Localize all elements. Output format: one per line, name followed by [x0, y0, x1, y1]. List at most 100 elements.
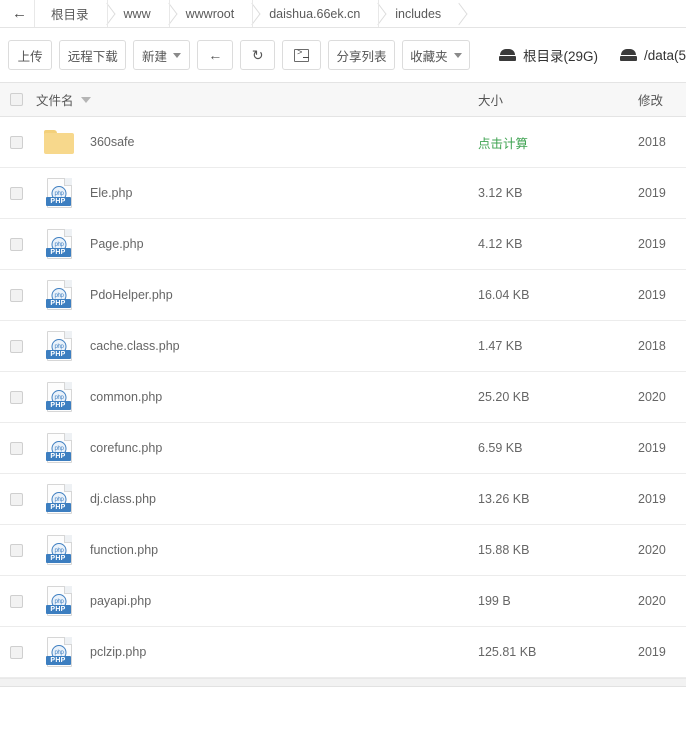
folder-icon	[44, 130, 74, 154]
row-checkbox[interactable]	[0, 442, 32, 455]
sort-descending-icon	[81, 97, 91, 103]
php-file-icon: phpPHP	[47, 229, 72, 259]
chevron-down-icon	[454, 53, 462, 58]
disk-indicator-data[interactable]: /data(5	[620, 48, 686, 63]
row-checkbox[interactable]	[0, 595, 32, 608]
table-bottom-strip	[0, 678, 686, 687]
file-icon-wrap	[36, 130, 82, 154]
refresh-button[interactable]: ↻	[240, 40, 274, 70]
file-icon-wrap: phpPHP	[36, 535, 82, 565]
file-name-label[interactable]: pclzip.php	[82, 645, 146, 659]
table-row[interactable]: phpPHPfunction.php15.88 KB2020	[0, 525, 686, 576]
new-button[interactable]: 新建	[133, 40, 190, 70]
php-label-band: PHP	[46, 248, 71, 257]
breadcrumb-label: 根目录	[51, 4, 89, 23]
breadcrumb-item-root[interactable]: 根目录	[34, 0, 107, 28]
checkbox-icon	[10, 646, 23, 659]
share-list-button[interactable]: 分享列表	[328, 40, 395, 70]
file-modified-label: 2020	[638, 594, 686, 608]
file-modified-label: 2020	[638, 543, 686, 557]
table-row[interactable]: phpPHPcorefunc.php6.59 KB2019	[0, 423, 686, 474]
remote-download-button[interactable]: 远程下载	[59, 40, 126, 70]
upload-button[interactable]: 上传	[8, 40, 52, 70]
table-row[interactable]: phpPHPPage.php4.12 KB2019	[0, 219, 686, 270]
row-checkbox[interactable]	[0, 136, 32, 149]
file-name-cell: phpPHPpayapi.php	[32, 586, 478, 616]
file-name-label[interactable]: cache.class.php	[82, 339, 180, 353]
column-header-time[interactable]: 修改	[638, 90, 686, 109]
table-row[interactable]: phpPHPcache.class.php1.47 KB2018	[0, 321, 686, 372]
file-name-label[interactable]: common.php	[82, 390, 162, 404]
breadcrumb-item-www[interactable]: www	[107, 0, 169, 28]
checkbox-icon	[10, 595, 23, 608]
file-size-label: 16.04 KB	[478, 288, 638, 302]
php-label-band: PHP	[46, 656, 71, 665]
row-checkbox[interactable]	[0, 493, 32, 506]
table-row[interactable]: phpPHPpayapi.php199 B2020	[0, 576, 686, 627]
file-icon-wrap: phpPHP	[36, 484, 82, 514]
disk-icon	[620, 49, 637, 61]
column-header-size[interactable]: 大小	[478, 90, 638, 109]
row-checkbox[interactable]	[0, 646, 32, 659]
terminal-button[interactable]	[282, 40, 321, 70]
breadcrumb-label: includes	[395, 7, 441, 21]
breadcrumb-item-domain[interactable]: daishua.66ek.cn	[252, 0, 378, 28]
php-file-icon: phpPHP	[47, 484, 72, 514]
file-name-label[interactable]: Page.php	[82, 237, 144, 251]
row-checkbox[interactable]	[0, 238, 32, 251]
file-name-cell: phpPHPcorefunc.php	[32, 433, 478, 463]
table-row[interactable]: phpPHPPdoHelper.php16.04 KB2019	[0, 270, 686, 321]
favorites-button[interactable]: 收藏夹	[402, 40, 470, 70]
file-name-label[interactable]: payapi.php	[82, 594, 151, 608]
table-row[interactable]: phpPHPEle.php3.12 KB2019	[0, 168, 686, 219]
file-icon-wrap: phpPHP	[36, 331, 82, 361]
file-name-label[interactable]: 360safe	[82, 135, 134, 149]
row-checkbox[interactable]	[0, 187, 32, 200]
file-name-label[interactable]: dj.class.php	[82, 492, 156, 506]
table-row[interactable]: phpPHPdj.class.php13.26 KB2019	[0, 474, 686, 525]
file-size-label: 125.81 KB	[478, 645, 638, 659]
breadcrumb-label: daishua.66ek.cn	[269, 7, 360, 21]
column-header-time-label: 修改	[638, 94, 663, 108]
disk-indicator-root[interactable]: 根目录(29G)	[499, 45, 598, 65]
breadcrumb-label: wwwroot	[186, 7, 235, 21]
disk-label: 根目录(29G)	[523, 45, 598, 65]
column-header-name[interactable]: 文件名	[32, 90, 478, 109]
checkbox-icon	[10, 340, 23, 353]
calculate-size-link[interactable]: 点击计算	[478, 133, 638, 152]
file-name-label[interactable]: function.php	[82, 543, 158, 557]
breadcrumb-back-icon[interactable]: ←	[12, 6, 34, 21]
php-label-band: PHP	[46, 350, 71, 359]
chevron-down-icon	[173, 53, 181, 58]
file-name-label[interactable]: PdoHelper.php	[82, 288, 173, 302]
php-label-band: PHP	[46, 452, 71, 461]
file-icon-wrap: phpPHP	[36, 433, 82, 463]
breadcrumb-item-includes[interactable]: includes	[378, 0, 459, 28]
table-row[interactable]: phpPHPcommon.php25.20 KB2020	[0, 372, 686, 423]
table-row[interactable]: phpPHPpclzip.php125.81 KB2019	[0, 627, 686, 678]
row-checkbox[interactable]	[0, 340, 32, 353]
php-label-band: PHP	[46, 401, 71, 410]
php-file-icon: phpPHP	[47, 637, 72, 667]
php-label-band: PHP	[46, 605, 71, 614]
row-checkbox[interactable]	[0, 289, 32, 302]
terminal-icon	[294, 49, 309, 62]
file-modified-label: 2020	[638, 390, 686, 404]
row-checkbox[interactable]	[0, 544, 32, 557]
breadcrumb-item-wwwroot[interactable]: wwwroot	[169, 0, 253, 28]
breadcrumb: ← 根目录 www wwwroot daishua.66ek.cn includ…	[0, 0, 686, 28]
table-row[interactable]: 360safe点击计算2018	[0, 117, 686, 168]
file-modified-label: 2018	[638, 339, 686, 353]
row-checkbox[interactable]	[0, 391, 32, 404]
php-file-icon: phpPHP	[47, 280, 72, 310]
file-name-cell: phpPHPcommon.php	[32, 382, 478, 412]
file-name-label[interactable]: corefunc.php	[82, 441, 162, 455]
file-size-label: 3.12 KB	[478, 186, 638, 200]
refresh-icon: ↻	[252, 48, 264, 62]
file-name-label[interactable]: Ele.php	[82, 186, 132, 200]
remote-download-button-label: 远程下载	[68, 46, 118, 65]
select-all-checkbox[interactable]	[0, 93, 32, 106]
file-size-label: 6.59 KB	[478, 441, 638, 455]
back-button[interactable]: ←	[197, 40, 234, 70]
php-label-band: PHP	[46, 554, 71, 563]
